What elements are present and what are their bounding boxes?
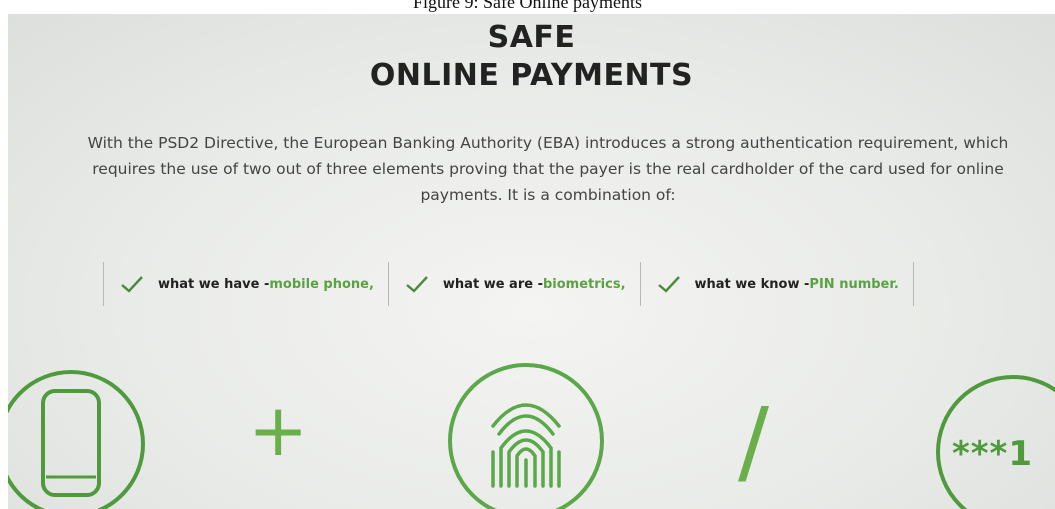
intro-line-2: requires the use of two out of three ele…	[92, 160, 1004, 178]
intro-paragraph: With the PSD2 Directive, the European Ba…	[28, 130, 1055, 208]
feature-have-value: mobile phone,	[269, 276, 374, 292]
feature-are: what we are - biometrics,	[387, 262, 640, 306]
feature-know: what we know - PIN number.	[639, 262, 914, 306]
slash-operator: /	[738, 388, 769, 495]
intro-line-3: payments. It is a combination of:	[420, 186, 676, 204]
feature-list: what we have - mobile phone, what we are…	[103, 262, 914, 306]
plus-operator: +	[248, 388, 309, 472]
feature-know-value: PIN number.	[809, 276, 899, 292]
feature-are-value: biometrics,	[542, 276, 626, 292]
feature-have-label: what we have -	[158, 276, 270, 292]
intro-line-1: With the PSD2 Directive, the European Ba…	[87, 134, 1009, 152]
pin-text: ***1	[952, 434, 1033, 474]
check-icon	[657, 276, 680, 293]
screen-photo: SAFE ONLINE PAYMENTS With the PSD2 Direc…	[8, 14, 1055, 509]
fingerprint-icon	[448, 363, 604, 509]
feature-know-label: what we know -	[694, 276, 810, 292]
feature-have: what we have - mobile phone,	[103, 262, 388, 306]
mobile-phone-icon	[8, 370, 145, 509]
title-line-2: ONLINE PAYMENTS	[369, 58, 694, 93]
check-icon	[121, 276, 143, 293]
title-line-1: SAFE	[487, 20, 576, 55]
feature-are-label: what we are -	[442, 276, 543, 292]
check-icon	[406, 276, 428, 293]
figure-caption: Figure 9: Safe Online payments	[413, 0, 642, 12]
